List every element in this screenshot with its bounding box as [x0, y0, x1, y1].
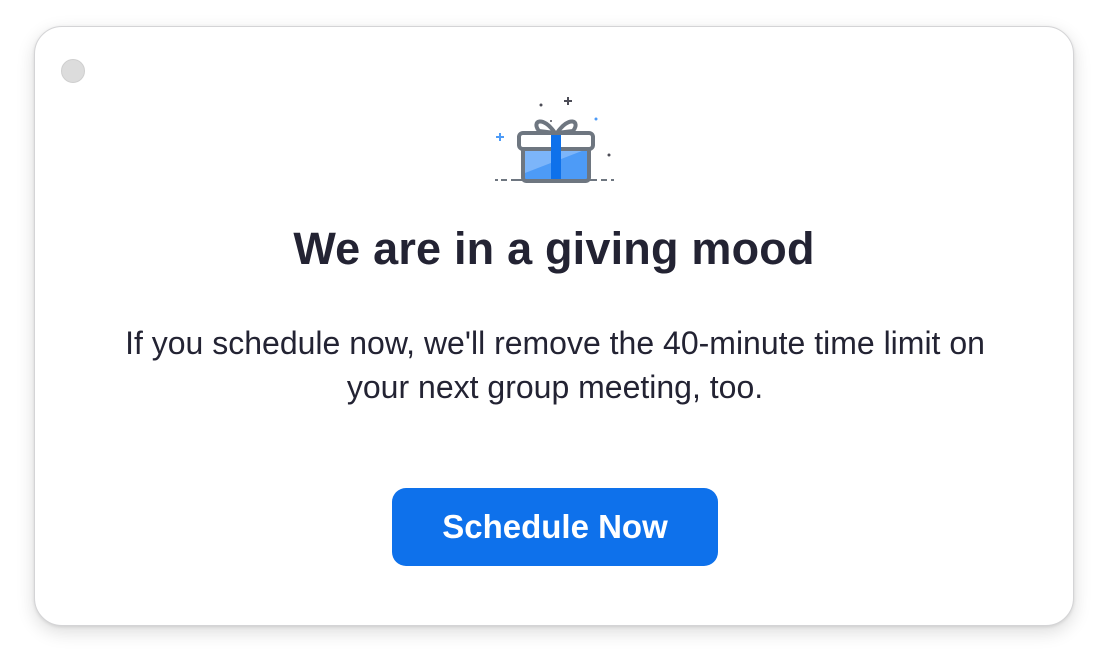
schedule-now-button[interactable]: Schedule Now [392, 488, 718, 566]
dialog-title: We are in a giving mood [293, 223, 815, 274]
dialog-message: If you schedule now, we'll remove the 40… [125, 325, 985, 405]
close-dot-icon[interactable] [61, 59, 85, 83]
gift-icon [495, 97, 614, 183]
promo-dialog: We are in a giving mood If you schedule … [34, 26, 1074, 626]
